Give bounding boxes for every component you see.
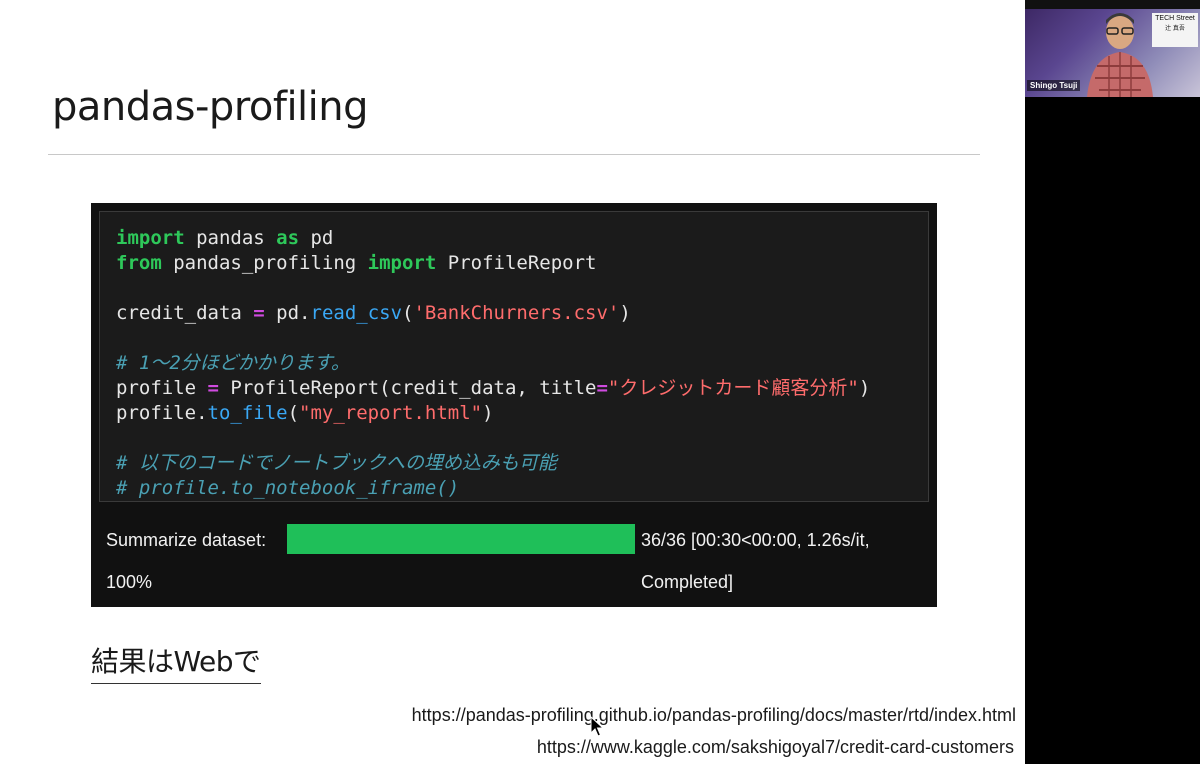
code-text: pd — [299, 227, 334, 249]
progress-stats: 36/36 [00:30<00:00, 1.26s/it, — [641, 530, 870, 550]
code-string: 'BankChurners.csv' — [413, 302, 620, 324]
code-text: credit_data — [116, 302, 254, 324]
title-divider — [48, 154, 980, 155]
code-text: pandas_profiling — [161, 252, 368, 274]
webcam-video: TECH Street 辻 真吾 Shingo Tsuji — [1025, 0, 1200, 97]
code-keyword: from — [116, 252, 162, 274]
code-string: "my_report.html" — [299, 402, 483, 424]
slide-title: pandas-profiling — [52, 84, 369, 130]
slide: pandas-profiling import pandas as pd fro… — [0, 0, 1025, 764]
progress-label: Summarize dataset: — [106, 530, 267, 550]
progress-status: Completed] — [641, 572, 734, 592]
code-comment: # 以下のコードでノートブックへの埋め込みも可能 — [116, 452, 557, 474]
code-text: ) — [619, 302, 631, 324]
code-text: pandas — [184, 227, 277, 249]
code-comment: # 1〜2分ほどかかります。 — [116, 352, 350, 374]
notebook-output-panel: import pandas as pd from pandas_profilin… — [91, 203, 937, 607]
code-text: profile — [116, 377, 208, 399]
code-text: ( — [402, 302, 414, 324]
sign-subtitle: 辻 真吾 — [1165, 26, 1185, 32]
code-block: import pandas as pd from pandas_profilin… — [116, 226, 870, 501]
code-text: profile. — [116, 402, 208, 424]
result-heading: 結果はWebで — [91, 640, 261, 684]
code-text: ) — [482, 402, 494, 424]
code-keyword: as — [276, 227, 300, 249]
code-keyword: import — [367, 252, 437, 274]
code-operator: = — [596, 377, 608, 399]
code-text: ) — [858, 377, 871, 399]
code-function: to_file — [207, 402, 288, 424]
sign-title: TECH Street — [1155, 15, 1195, 22]
code-comment: # profile.to_notebook_iframe() — [116, 477, 460, 499]
code-function: read_csv — [310, 302, 403, 324]
webcam-name-sign: TECH Street 辻 真吾 — [1152, 13, 1198, 47]
docs-link[interactable]: https://pandas-profiling.github.io/panda… — [412, 705, 1016, 726]
code-text: ProfileReport(credit_data, title — [218, 377, 597, 399]
progress-bar-fill — [287, 524, 635, 554]
code-keyword: import — [116, 227, 185, 249]
progress-percent: 100% — [106, 572, 153, 592]
code-text: ( — [287, 402, 300, 424]
speaker-video-image — [1087, 13, 1153, 97]
mouse-pointer-icon — [590, 716, 604, 737]
progress-bar — [287, 524, 635, 554]
code-operator: = — [207, 377, 219, 399]
code-operator: = — [253, 302, 265, 324]
code-text: pd. — [264, 302, 311, 324]
code-text: ProfileReport — [436, 252, 597, 274]
code-string: "クレジットカード顧客分析" — [607, 377, 859, 399]
kaggle-link[interactable]: https://www.kaggle.com/sakshigoyal7/cred… — [537, 737, 1014, 758]
speaker-name-label: Shingo Tsuji — [1027, 80, 1081, 91]
code-cell: import pandas as pd from pandas_profilin… — [99, 211, 929, 502]
